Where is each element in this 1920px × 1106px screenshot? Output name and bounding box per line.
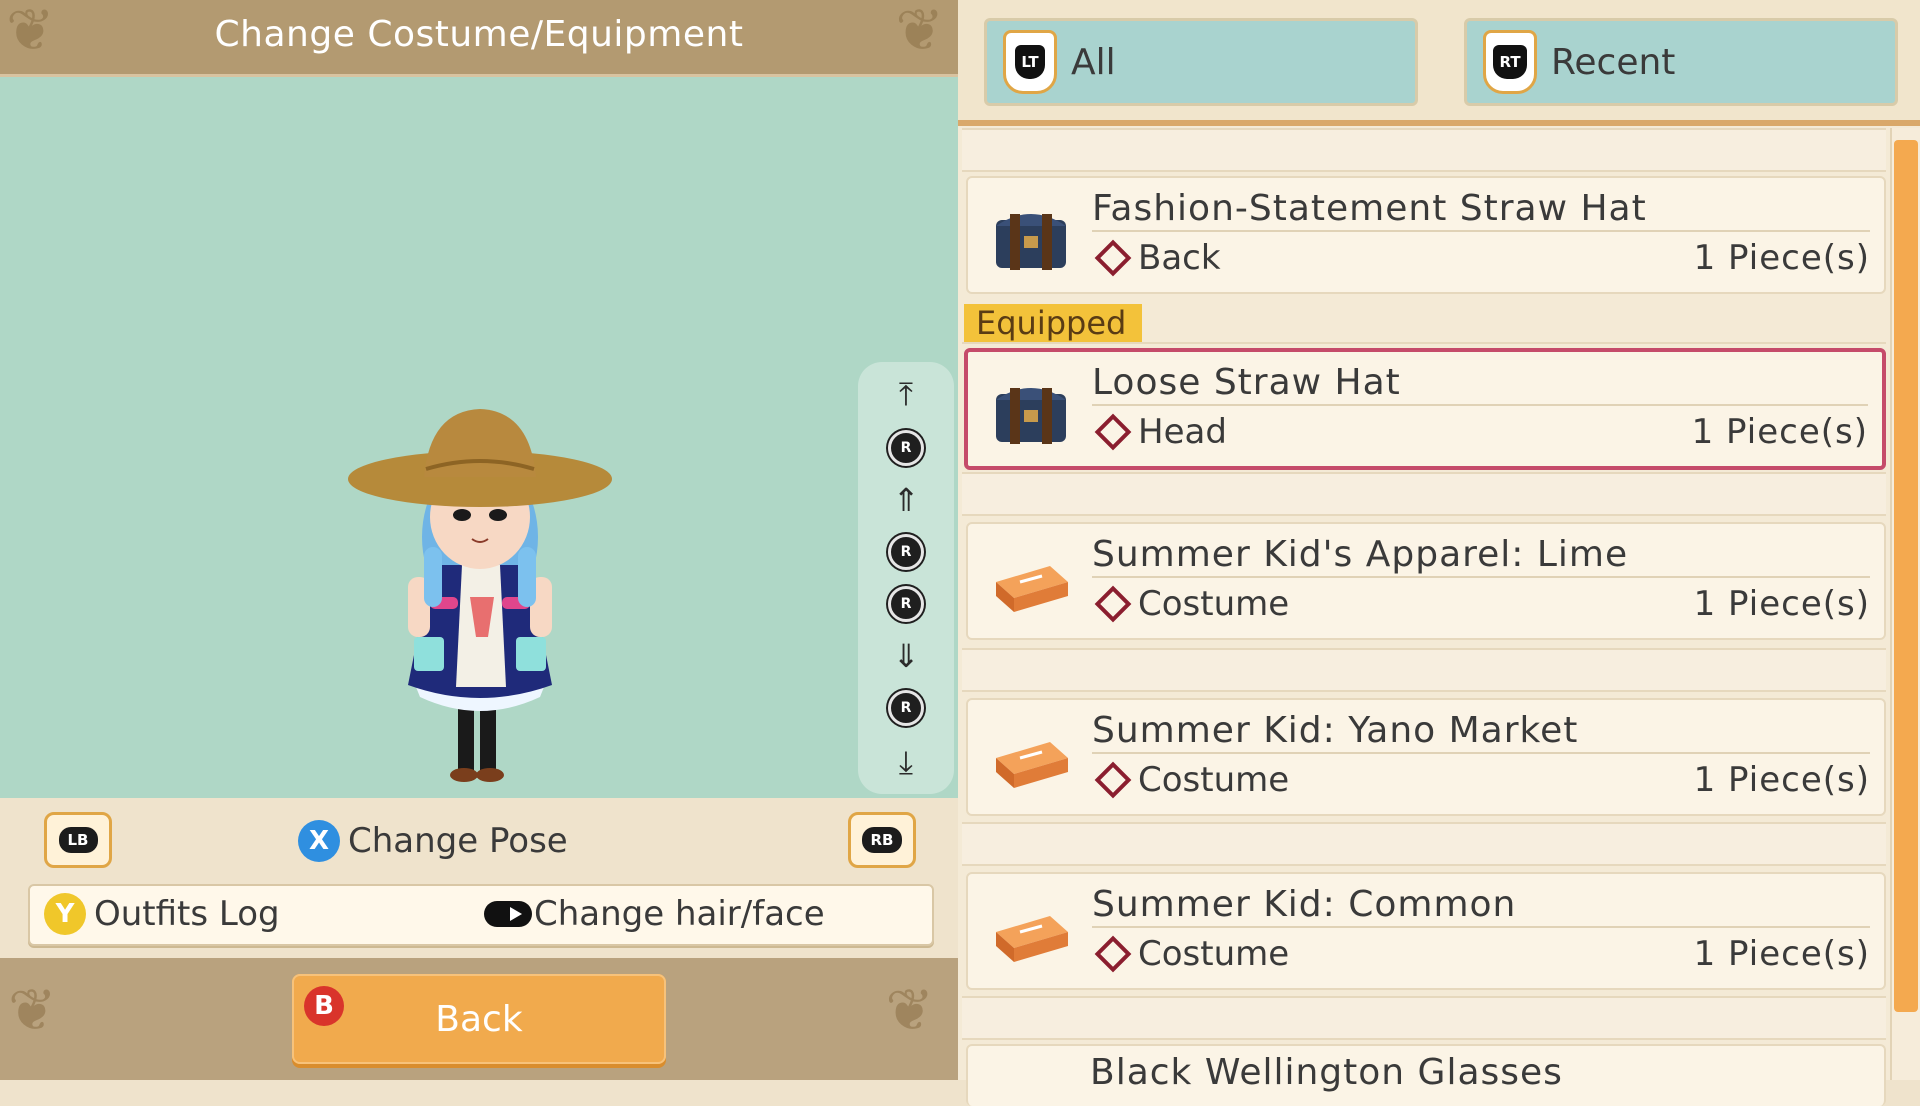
diamond-icon [1094, 239, 1132, 277]
camera-rotate-right-icon[interactable]: R [882, 584, 930, 624]
costume-box-icon [996, 916, 1068, 962]
item-quantity: 1 Piece(s) [1693, 934, 1870, 974]
lb-button[interactable]: LB [44, 812, 112, 868]
camera-rotate-up-icon[interactable]: R [882, 428, 930, 468]
list-item[interactable]: Summer Kid's Apparel: Lime Costume 1 Pie… [966, 522, 1886, 640]
item-quantity: 1 Piece(s) [1693, 584, 1870, 624]
item-slot: Head [1094, 412, 1227, 452]
b-button-icon: B [304, 986, 344, 1026]
item-quantity: 1 Piece(s) [1693, 760, 1870, 800]
item-name: Black Wellington Glasses [1090, 1052, 1563, 1093]
list-item-selected[interactable]: Loose Straw Hat Head 1 Piece(s) [964, 348, 1886, 470]
list-item[interactable]: Summer Kid: Common Costume 1 Piece(s) [966, 872, 1886, 990]
camera-zoom-out-icon[interactable]: ⇓ [882, 636, 930, 676]
ornament-icon: ❦ [885, 976, 934, 1044]
lt-trigger-icon: LT [1003, 30, 1057, 94]
scrollbar-thumb[interactable] [1894, 140, 1918, 1012]
storage-chest-icon [996, 214, 1066, 270]
camera-control-rail: ⤒ R ⇑ R R ⇓ R ⤓ [858, 362, 954, 794]
camera-rotate-down-icon[interactable]: R [882, 688, 930, 728]
item-name: Loose Straw Hat [1092, 362, 1868, 406]
diamond-icon [1094, 935, 1132, 973]
change-pose-label: Change Pose [348, 821, 568, 861]
list-separator [962, 996, 1886, 1040]
list-separator [962, 128, 1886, 172]
costume-box-icon [996, 742, 1068, 788]
change-pose-button[interactable]: X Change Pose [298, 820, 568, 862]
ornament-icon: ❦ [8, 976, 57, 1044]
rt-trigger-icon: RT [1483, 30, 1537, 94]
rb-button[interactable]: RB [848, 812, 916, 868]
diamond-icon [1094, 413, 1132, 451]
item-slot: Costume [1094, 760, 1289, 800]
tab-recent-label: Recent [1551, 41, 1676, 83]
y-button-icon: Y [44, 893, 86, 935]
item-name: Fashion-Statement Straw Hat [1092, 188, 1870, 232]
list-item[interactable]: Summer Kid: Yano Market Costume 1 Piece(… [966, 698, 1886, 816]
item-slot: Costume [1094, 584, 1289, 624]
tab-all[interactable]: LT All [984, 18, 1418, 106]
diamond-icon [1094, 761, 1132, 799]
title-bar: ❦ ❦ Change Costume/Equipment [0, 0, 958, 74]
character-preview[interactable] [0, 74, 958, 801]
list-separator [962, 822, 1886, 866]
outfits-log-label: Outfits Log [94, 894, 280, 934]
item-name: Summer Kid's Apparel: Lime [1092, 534, 1870, 578]
item-name: Summer Kid: Common [1092, 884, 1870, 928]
storage-chest-icon [996, 388, 1066, 444]
list-item[interactable]: Fashion-Statement Straw Hat Back 1 Piece… [966, 176, 1886, 294]
right-stick-icon [484, 901, 532, 927]
item-slot: Costume [1094, 934, 1289, 974]
list-separator [962, 648, 1886, 692]
costume-box-icon [996, 566, 1068, 612]
x-button-icon: X [298, 820, 340, 862]
item-slot: Back [1094, 238, 1221, 278]
item-quantity: 1 Piece(s) [1691, 412, 1868, 452]
outfits-log-button[interactable]: Y Outfits Log [44, 892, 280, 936]
character-model [348, 409, 612, 782]
change-hair-face-button[interactable]: Change hair/face [484, 892, 825, 936]
back-label: Back [435, 998, 523, 1040]
diamond-icon [1094, 585, 1132, 623]
change-hair-face-label: Change hair/face [534, 894, 825, 934]
tab-recent[interactable]: RT Recent [1464, 18, 1898, 106]
item-quantity: 1 Piece(s) [1693, 238, 1870, 278]
filter-tabs: LT All RT Recent [958, 0, 1920, 126]
list-separator [962, 472, 1886, 516]
back-button[interactable]: B Back [292, 974, 666, 1064]
camera-rotate-left-icon[interactable]: R [882, 532, 930, 572]
list-separator [962, 302, 1886, 344]
item-name: Summer Kid: Yano Market [1092, 710, 1870, 754]
camera-zoom-in-icon[interactable]: ⇑ [882, 480, 930, 520]
tab-all-label: All [1071, 41, 1116, 83]
camera-top-icon[interactable]: ⤒ [882, 374, 930, 414]
camera-bottom-icon[interactable]: ⤓ [882, 742, 930, 782]
page-title: Change Costume/Equipment [214, 14, 744, 55]
